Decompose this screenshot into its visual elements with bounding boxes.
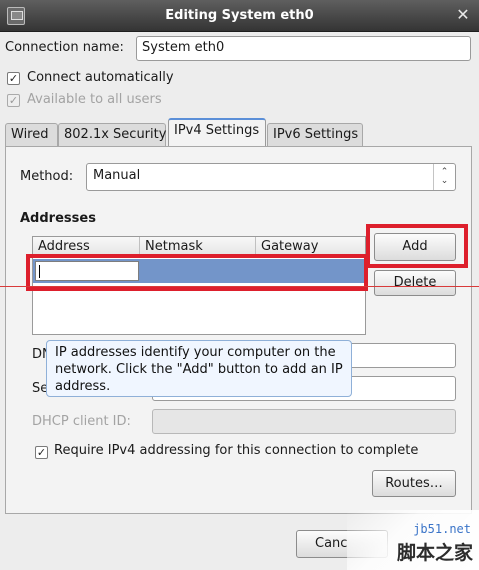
add-button-highlight-box	[366, 224, 468, 268]
tab-ipv6-settings[interactable]: IPv6 Settings	[267, 123, 363, 147]
window-title: Editing System eth0	[165, 8, 314, 23]
require-ipv4-checkbox[interactable]: ✓	[35, 446, 48, 459]
connect-automatically-checkbox[interactable]: ✓	[7, 72, 20, 85]
delete-button[interactable]: Delete	[374, 270, 456, 296]
tab-8021x-security[interactable]: 802.1x Security	[58, 123, 166, 147]
method-label: Method:	[20, 169, 74, 184]
dhcp-client-id-label: DHCP client ID:	[32, 414, 131, 429]
close-icon[interactable]: ✕	[455, 6, 471, 24]
connect-automatically-label: Connect automatically	[27, 70, 174, 85]
method-combobox[interactable]: Manual ⌃ ⌄	[86, 163, 456, 191]
addresses-heading: Addresses	[20, 211, 96, 226]
addresses-tooltip: IP addresses identify your computer on t…	[46, 340, 352, 397]
annotation-guide-line	[0, 286, 479, 287]
tab-wired[interactable]: Wired	[5, 123, 58, 147]
available-all-users-checkbox: ✓	[7, 94, 20, 107]
title-bar[interactable]: Editing System eth0 ✕	[0, 0, 479, 32]
watermark-text: 脚本之家	[396, 542, 473, 564]
combo-arrows-icon: ⌃ ⌄	[433, 164, 455, 190]
connection-name-input[interactable]: System eth0	[136, 36, 471, 61]
tab-ipv4-settings[interactable]: IPv4 Settings	[168, 118, 266, 146]
available-all-users-label: Available to all users	[27, 92, 162, 107]
site-watermark: jb51.net 脚本之家	[347, 510, 479, 570]
connection-name-label: Connection name:	[5, 40, 124, 55]
dhcp-client-id-input	[152, 409, 456, 434]
routes-button[interactable]: Routes…	[372, 470, 456, 497]
method-value: Manual	[93, 168, 141, 183]
watermark-site: jb51.net	[413, 522, 471, 536]
require-ipv4-label: Require IPv4 addressing for this connect…	[54, 443, 419, 458]
